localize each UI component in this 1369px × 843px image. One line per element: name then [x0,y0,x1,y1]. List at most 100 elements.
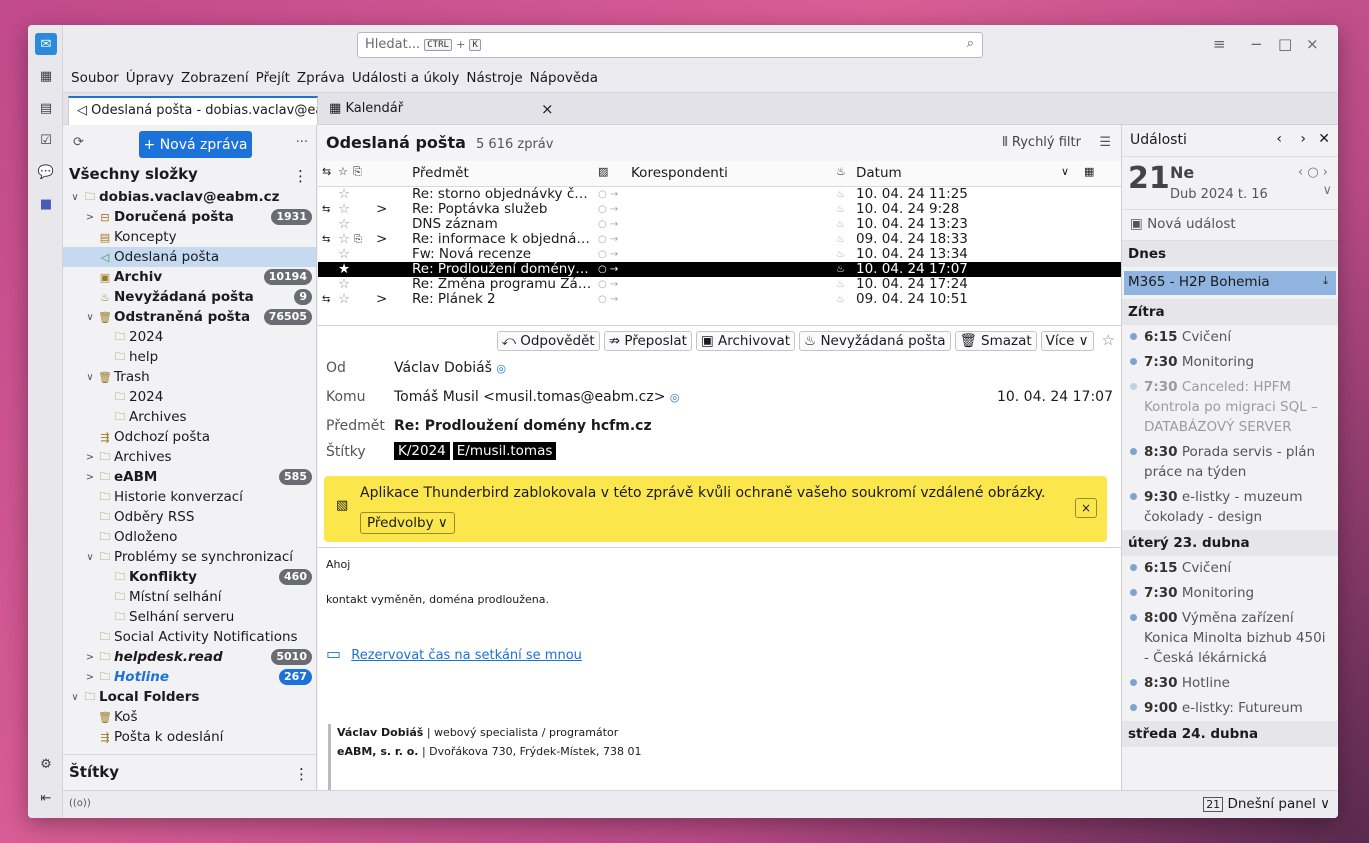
folder-item[interactable]: 🗀 Archives [63,407,316,427]
twisty-icon[interactable]: > [84,212,96,223]
star-column-icon[interactable]: ☆ [338,165,348,178]
menu-prejit[interactable]: Přejít [256,70,290,86]
twisty-icon[interactable]: ∨ [84,312,96,323]
star-icon[interactable]: ☆ [338,292,350,307]
folder-item[interactable]: > 🗀 Archives [63,447,316,467]
date-column-header[interactable]: Datum [856,165,902,181]
junk-status-icon[interactable]: ♨ [836,187,845,202]
tasks-icon[interactable]: ☑ [35,129,57,151]
allday-event[interactable]: M365 - H2P Bohemia ⤓ [1124,271,1336,295]
agenda-event[interactable]: 9:00 e-listky: Futureum [1122,696,1338,721]
settings-gear-icon[interactable]: ⚙ [35,753,57,775]
expand-minimonth-icon[interactable]: ∨ [1322,183,1332,198]
agenda-event[interactable]: 9:30 e-listky - muzeum čokolady - design [1122,485,1338,530]
folder-item[interactable]: > 🗀 helpdesk.read 5010 [63,647,316,667]
folder-item[interactable]: 🗀 Selhání serveru [63,607,316,627]
folder-item[interactable]: 🗀 Historie konverzací [63,487,316,507]
agenda-event[interactable]: 8:00 Výměna zařízení Konica Minolta bizh… [1122,606,1338,671]
to-value[interactable]: Tomáš Musil <musil.tomas@eabm.cz> ◎ [394,389,680,405]
folder-item[interactable]: 🗀 Odběry RSS [63,507,316,527]
search-icon[interactable]: ⌕ [967,36,974,51]
junk-status-icon[interactable]: ♨ [836,262,845,277]
new-event-button[interactable]: ▣ Nová událost [1122,209,1338,241]
sort-chevron-icon[interactable]: ∨ [1061,165,1069,178]
folder-item[interactable]: 🗀 2024 [63,387,316,407]
menu-upravy[interactable]: Úpravy [126,70,174,86]
agenda-event[interactable]: 6:15 Cvičení [1122,556,1338,581]
twisty-icon[interactable]: > [84,652,96,663]
read-status-icon[interactable]: ○ → [598,202,618,217]
twisty-icon[interactable]: ∨ [84,552,96,563]
maximize-button[interactable]: □ [1278,35,1292,53]
folder-item[interactable]: 🗀 help [63,347,316,367]
folder-item[interactable]: 🗑 Koš [63,707,316,727]
global-search-input[interactable]: Hledat... CTRL + K ⌕ [357,32,983,58]
calendar-icon[interactable]: ▤ [35,97,57,119]
correspondents-column-header[interactable]: Korespondenti [631,165,728,181]
twisty-icon[interactable]: > [84,672,96,683]
star-icon[interactable]: ☆ [338,277,350,292]
tab-calendar[interactable]: ▦ Kalendář × [321,96,561,125]
star-icon[interactable]: ☆ [338,202,350,217]
star-icon[interactable]: ☆ [338,217,350,232]
quick-filter-button[interactable]: ⫴ Rychlý filtr [1002,135,1081,150]
from-value[interactable]: Václav Dobiáš ◎ [394,360,506,376]
folder-item[interactable]: ∨ 🗀 dobias.vaclav@eabm.cz [63,187,316,207]
next-day-icon[interactable]: › [1300,131,1306,147]
agenda-event[interactable]: 8:30 Porada servis - plán práce na týden [1122,440,1338,485]
agenda-event[interactable]: 6:15 Cvičení [1122,325,1338,350]
preferences-button[interactable]: Předvolby ∨ [360,512,455,534]
agenda-event[interactable]: 7:30 Canceled: HPFM Kontrola po migraci … [1122,375,1338,440]
address-book-icon[interactable]: ▦ [35,65,57,87]
junk-column-icon[interactable]: ♨ [836,165,846,178]
folder-item[interactable]: ⇶ Pošta k odeslání [63,727,316,747]
junk-status-icon[interactable]: ♨ [836,247,845,262]
junk-status-icon[interactable]: ♨ [836,217,845,232]
menu-napoveda[interactable]: Nápověda [530,70,598,86]
close-notice-button[interactable]: × [1075,498,1097,518]
message-row[interactable]: ⇆ > Re: Plánek 2 09. 04. 24 10:51 ☆ ○ → ♨ [318,292,1121,307]
junk-status-icon[interactable]: ♨ [836,292,845,307]
read-status-icon[interactable]: ○ → [598,262,618,277]
more-button[interactable]: Více ∨ [1040,331,1094,351]
folder-item[interactable]: 🗀 Konflikty 460 [63,567,316,587]
folder-item[interactable]: ∨ 🗑 Trash [63,367,316,387]
chat-icon[interactable]: 💬 [35,161,57,183]
twisty-icon[interactable]: ∨ [84,372,96,383]
folder-mode-menu-icon[interactable]: ⋮ [293,167,308,185]
message-row[interactable]: Re: Změna programu Zá… 10. 04. 24 17:24 ☆ ○… [318,277,1121,292]
folder-item[interactable]: > 🗀 Hotline 267 [63,667,316,687]
menu-zprava[interactable]: Zpráva [297,70,345,86]
twisty-icon[interactable]: ∨ [69,192,81,203]
minimize-button[interactable]: − [1250,35,1263,53]
folder-item[interactable]: ◁ Odeslaná pošta [63,247,316,267]
folder-pane-more-button[interactable]: ··· [296,135,308,150]
folder-item[interactable]: 🗀 Social Activity Notifications [63,627,316,647]
message-row[interactable]: DNS záznam 10. 04. 24 13:23 ☆ ○ → ♨ [318,217,1121,232]
star-icon[interactable]: ☆ [1098,331,1115,351]
folder-item[interactable]: ∨ 🗀 Problémy se synchronizací [63,547,316,567]
star-icon[interactable]: ★ [338,262,350,277]
folder-item[interactable]: ∨ 🗀 Local Folders [63,687,316,707]
folder-item[interactable]: ▣ Archiv 10194 [63,267,316,287]
today-pane-toggle[interactable]: 21 Dnešní panel ∨ [1203,796,1330,812]
list-display-options-icon[interactable]: ☰ [1099,135,1111,150]
folder-item[interactable]: ⇶ Odchozí pošta [63,427,316,447]
attachment-column-icon[interactable]: ⎘ [353,165,362,179]
read-status-icon[interactable]: ○ → [598,217,618,232]
junk-status-icon[interactable]: ♨ [836,277,845,292]
menu-soubor[interactable]: Soubor [71,70,119,86]
tab-close-icon[interactable]: × [541,100,554,118]
read-status-icon[interactable]: ○ → [598,292,618,307]
message-row[interactable]: ⇆ > Re: Poptávka služeb 10. 04. 24 9:28 ☆ ○ →… [318,202,1121,217]
message-row[interactable]: ⇆ > Re: informace k objedná… 09. 04. 24 18:… [318,232,1121,247]
teams-icon[interactable]: ■ [35,193,57,215]
activity-icon[interactable]: ((o)) [69,798,91,809]
archive-button[interactable]: ▣ Archivovat [695,331,796,351]
star-icon[interactable]: ☆ [338,187,350,202]
folder-item[interactable]: ∨ 🗑 Odstraněná pošta 76505 [63,307,316,327]
menu-zobrazeni[interactable]: Zobrazení [181,70,249,86]
subject-column-header[interactable]: Předmět [412,165,469,181]
column-picker-icon[interactable]: ▦ [1084,165,1094,178]
menu-udalosti[interactable]: Události a úkoly [352,70,460,86]
